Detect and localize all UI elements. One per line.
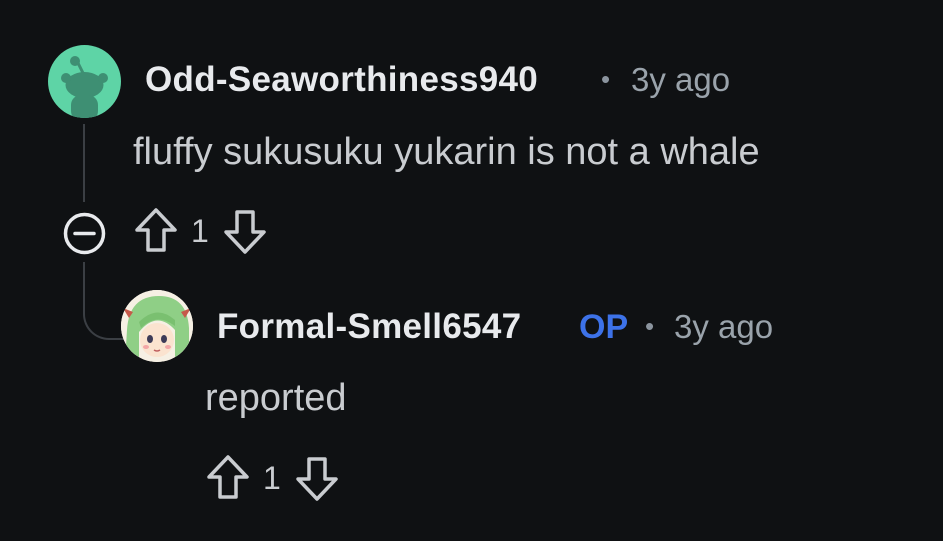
upvote-arrow-icon (207, 455, 249, 499)
comment-timestamp[interactable]: 3y ago (631, 61, 730, 99)
comment-timestamp[interactable]: 3y ago (674, 308, 773, 346)
downvote-arrow-icon (296, 457, 338, 501)
meta-separator: • (645, 311, 655, 341)
thread-line-top (83, 124, 85, 202)
downvote-button[interactable] (294, 453, 340, 503)
minus-circle-icon (63, 212, 106, 255)
comment-body: fluffy sukusuku yukarin is not a whale (133, 131, 760, 173)
meta-separator: • (601, 64, 611, 94)
upvote-button[interactable] (133, 206, 179, 256)
anime-character-icon (121, 290, 193, 362)
downvote-button[interactable] (222, 206, 268, 256)
thread-line-reply (83, 262, 125, 340)
upvote-arrow-icon (135, 208, 177, 252)
op-badge: OP (579, 308, 629, 346)
comment-author[interactable]: Odd-Seaworthiness940 (145, 60, 538, 100)
vote-score: 1 (263, 460, 281, 496)
avatar-odd-seaworthiness940[interactable] (48, 45, 121, 118)
comment-author[interactable]: Formal-Smell6547 (217, 307, 521, 347)
upvote-button[interactable] (205, 453, 251, 503)
downvote-arrow-icon (224, 210, 266, 254)
avatar-formal-smell6547[interactable] (121, 290, 193, 362)
snoo-icon (61, 56, 108, 118)
comment-body: reported (205, 377, 347, 419)
collapse-thread-button[interactable] (62, 211, 107, 256)
vote-score: 1 (191, 213, 209, 249)
